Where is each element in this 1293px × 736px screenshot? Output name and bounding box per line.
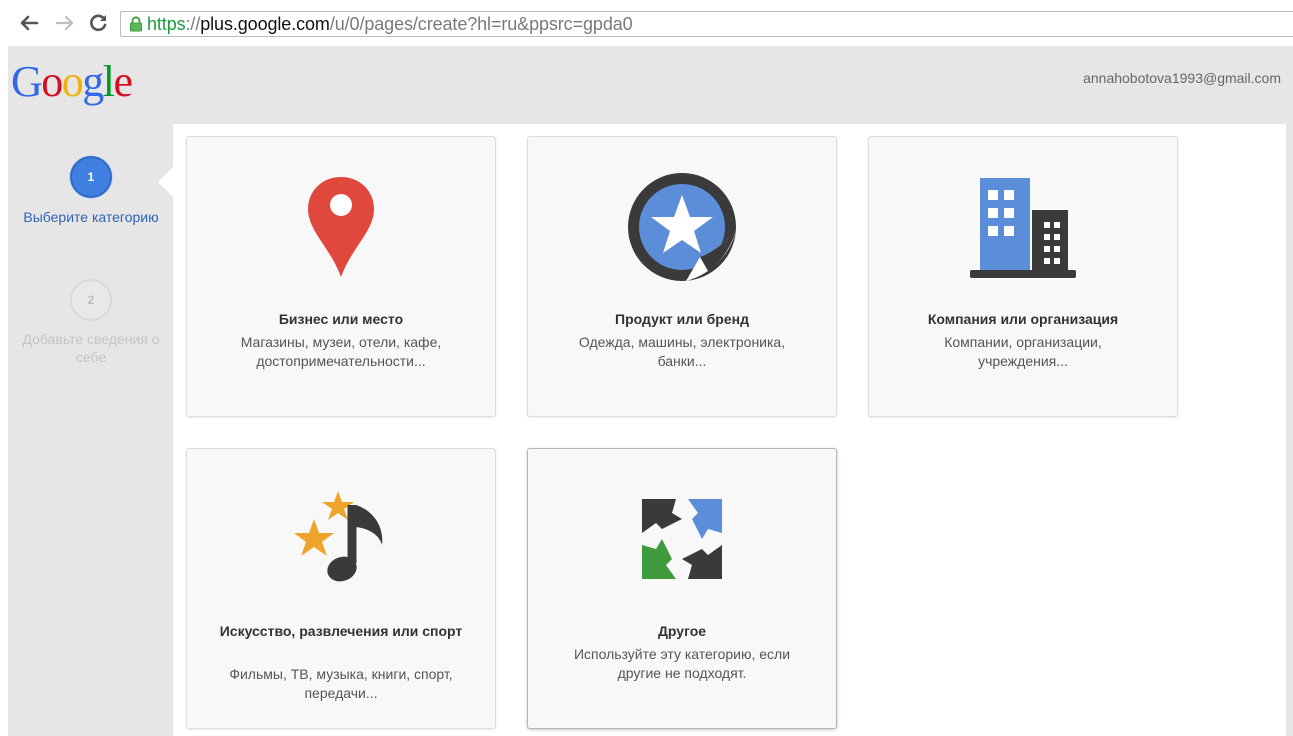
google-logo[interactable]: Google xyxy=(11,57,134,106)
category-description: Фильмы, ТВ, музыка, книги, спорт, переда… xyxy=(229,666,453,701)
category-title: Компания или организация xyxy=(927,311,1119,327)
buildings-icon xyxy=(963,167,1083,287)
logo-letter: o xyxy=(61,57,84,106)
forward-button[interactable] xyxy=(52,10,78,36)
category-description: Компании, организации, учреждения... xyxy=(944,334,1102,369)
url-host: plus.google.com xyxy=(200,13,330,34)
lock-icon xyxy=(129,14,147,34)
url-scheme: https xyxy=(147,13,186,34)
category-card-business[interactable]: Бизнес или место Магазины, музеи, отели,… xyxy=(186,136,496,417)
puzzle-icon xyxy=(622,479,742,599)
back-arrow-icon xyxy=(20,15,39,31)
category-panel: Бизнес или место Магазины, музеи, отели,… xyxy=(173,124,1286,736)
panel-pointer xyxy=(158,166,174,198)
logo-letter: g xyxy=(82,57,104,106)
category-title: Продукт или бренд xyxy=(615,311,749,327)
logo-letter: l xyxy=(102,57,115,106)
browser-toolbar: https://plus.google.com/u/0/pages/create… xyxy=(0,0,1293,46)
category-card-company[interactable]: Компания или организация Компании, орган… xyxy=(868,136,1178,417)
category-card-arts[interactable]: Искусство, развлечения или спорт Фильмы,… xyxy=(186,448,496,729)
category-title: Бизнес или место xyxy=(278,311,404,327)
category-description: Магазины, музеи, отели, кафе, достоприме… xyxy=(240,334,442,369)
step-1-label: Выберите категорию xyxy=(23,209,159,225)
reload-icon xyxy=(90,14,107,32)
step-2-indicator: 2 xyxy=(70,279,112,321)
address-bar[interactable]: https://plus.google.com/u/0/pages/create… xyxy=(120,11,1293,37)
category-description: Одежда, машины, электроника, банки... xyxy=(578,334,786,369)
map-pin-icon xyxy=(281,167,401,287)
logo-letter: o xyxy=(41,57,63,106)
category-title: Другое xyxy=(657,623,707,639)
music-stars-icon xyxy=(281,479,401,599)
url-text: https://plus.google.com/u/0/pages/create… xyxy=(147,14,633,35)
url-path: /u/0/pages/create?hl=ru&ppsrc=gpda0 xyxy=(329,13,633,34)
reload-button[interactable] xyxy=(86,10,112,36)
page: Google annahobotova1993@gmail.com 1 Выбе… xyxy=(0,46,1293,736)
url-separator: :// xyxy=(185,13,201,34)
category-card-brand[interactable]: Продукт или бренд Одежда, машины, электр… xyxy=(527,136,837,417)
category-title: Искусство, развлечения или спорт xyxy=(219,623,463,639)
category-description: Используйте эту категорию, если другие н… xyxy=(573,646,791,681)
logo-letter: G xyxy=(11,57,43,106)
page-edge xyxy=(0,46,8,736)
category-card-other[interactable]: Другое Используйте эту категорию, если д… xyxy=(527,448,837,729)
star-sticker-icon xyxy=(622,167,742,287)
forward-arrow-icon xyxy=(55,15,74,31)
back-button[interactable] xyxy=(16,10,42,36)
logo-letter: e xyxy=(113,57,134,106)
step-1-indicator: 1 xyxy=(70,156,112,198)
account-email[interactable]: annahobotova1993@gmail.com xyxy=(1083,70,1281,86)
step-2-label: Добавьте сведения о себе xyxy=(22,331,160,365)
